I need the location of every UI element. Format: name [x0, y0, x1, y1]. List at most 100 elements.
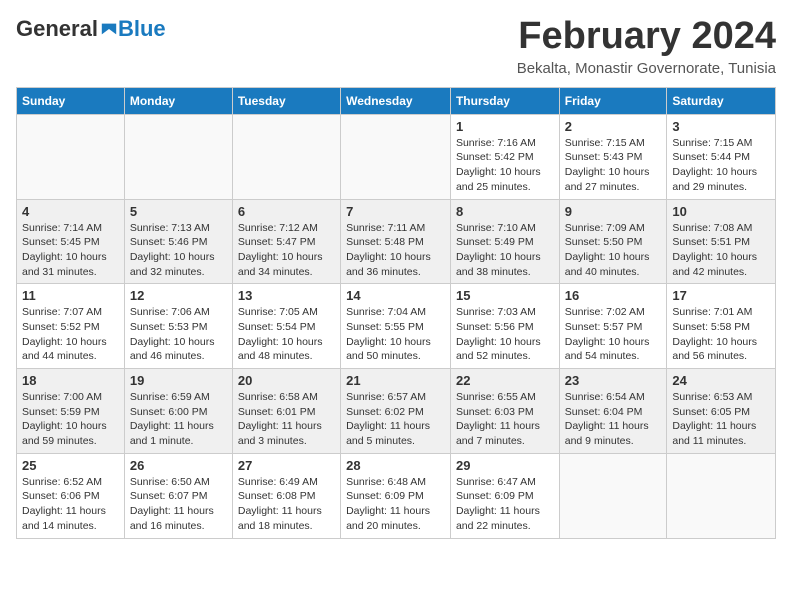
calendar-week-row: 4 Sunrise: 7:14 AMSunset: 5:45 PMDaylight…	[17, 199, 776, 284]
day-number: 22	[456, 373, 554, 388]
calendar-header-wednesday: Wednesday	[341, 87, 451, 114]
calendar-cell: 28 Sunrise: 6:48 AMSunset: 6:09 PMDayligh…	[341, 453, 451, 538]
calendar-cell: 7Sunrise: 7:11 AMSunset: 5:48 PMDaylight…	[341, 199, 451, 284]
calendar-week-row: 1 Sunrise: 7:16 AMSunset: 5:42 PMDaylight…	[17, 114, 776, 199]
calendar-cell: 24 Sunrise: 6:53 AMSunset: 6:05 PMDayligh…	[667, 369, 776, 454]
day-info: Sunrise: 6:57 AMSunset: 6:02 PMDaylight:…	[346, 390, 445, 449]
calendar-week-row: 18Sunrise: 7:00 AMSunset: 5:59 PMDayligh…	[17, 369, 776, 454]
day-info: Sunrise: 7:01 AMSunset: 5:58 PMDaylight:…	[672, 305, 770, 364]
day-info: Sunrise: 7:06 AMSunset: 5:53 PMDaylight:…	[130, 305, 227, 364]
calendar-cell: 25 Sunrise: 6:52 AMSunset: 6:06 PMDayligh…	[17, 453, 125, 538]
day-info: Sunrise: 6:58 AMSunset: 6:01 PMDaylight:…	[238, 390, 335, 449]
day-info: Sunrise: 7:05 AMSunset: 5:54 PMDaylight:…	[238, 305, 335, 364]
calendar-cell	[124, 114, 232, 199]
day-info: Sunrise: 6:53 AMSunset: 6:05 PMDaylight:…	[672, 390, 770, 449]
day-info: Sunrise: 6:55 AMSunset: 6:03 PMDaylight:…	[456, 390, 554, 449]
day-number: 3	[672, 119, 770, 134]
calendar-cell: 20 Sunrise: 6:58 AMSunset: 6:01 PMDayligh…	[232, 369, 340, 454]
day-number: 28	[346, 458, 445, 473]
month-title: February 2024	[517, 16, 776, 58]
calendar-cell: 2 Sunrise: 7:15 AMSunset: 5:43 PMDaylight…	[559, 114, 667, 199]
day-number: 29	[456, 458, 554, 473]
day-info: Sunrise: 6:47 AMSunset: 6:09 PMDaylight:…	[456, 475, 554, 534]
calendar-cell: 22 Sunrise: 6:55 AMSunset: 6:03 PMDayligh…	[450, 369, 559, 454]
day-info: Sunrise: 7:00 AMSunset: 5:59 PMDaylight:…	[22, 390, 119, 449]
calendar-cell: 3 Sunrise: 7:15 AMSunset: 5:44 PMDaylight…	[667, 114, 776, 199]
calendar-header-row: SundayMondayTuesdayWednesdayThursdayFrid…	[17, 87, 776, 114]
calendar-header-monday: Monday	[124, 87, 232, 114]
day-info: Sunrise: 7:16 AMSunset: 5:42 PMDaylight:…	[456, 136, 554, 195]
day-number: 21	[346, 373, 445, 388]
calendar-cell: 5 Sunrise: 7:13 AMSunset: 5:46 PMDaylight…	[124, 199, 232, 284]
day-number: 23	[565, 373, 662, 388]
day-number: 11	[22, 288, 119, 303]
calendar-cell: 17 Sunrise: 7:01 AMSunset: 5:58 PMDayligh…	[667, 284, 776, 369]
calendar-header-tuesday: Tuesday	[232, 87, 340, 114]
title-section: February 2024 Bekalta, Monastir Governor…	[517, 16, 776, 77]
calendar-header-friday: Friday	[559, 87, 667, 114]
calendar-cell: 23 Sunrise: 6:54 AMSunset: 6:04 PMDayligh…	[559, 369, 667, 454]
calendar-cell	[559, 453, 667, 538]
calendar-cell	[232, 114, 340, 199]
day-number: 12	[130, 288, 227, 303]
day-info: Sunrise: 6:52 AMSunset: 6:06 PMDaylight:…	[22, 475, 119, 534]
day-info: Sunrise: 7:15 AMSunset: 5:44 PMDaylight:…	[672, 136, 770, 195]
day-number: 15	[456, 288, 554, 303]
day-info: Sunrise: 7:02 AMSunset: 5:57 PMDaylight:…	[565, 305, 662, 364]
calendar-cell: 11 Sunrise: 7:07 AMSunset: 5:52 PMDayligh…	[17, 284, 125, 369]
calendar-cell: 15 Sunrise: 7:03 AMSunset: 5:56 PMDayligh…	[450, 284, 559, 369]
calendar-cell: 10 Sunrise: 7:08 AMSunset: 5:51 PMDayligh…	[667, 199, 776, 284]
day-number: 19	[130, 373, 227, 388]
calendar-header-sunday: Sunday	[17, 87, 125, 114]
calendar-cell: 1 Sunrise: 7:16 AMSunset: 5:42 PMDaylight…	[450, 114, 559, 199]
day-info: Sunrise: 7:09 AMSunset: 5:50 PMDaylight:…	[565, 221, 662, 280]
day-info: Sunrise: 7:08 AMSunset: 5:51 PMDaylight:…	[672, 221, 770, 280]
day-info: Sunrise: 7:04 AMSunset: 5:55 PMDaylight:…	[346, 305, 445, 364]
day-info: Sunrise: 6:49 AMSunset: 6:08 PMDaylight:…	[238, 475, 335, 534]
calendar-cell: 26Sunrise: 6:50 AMSunset: 6:07 PMDayligh…	[124, 453, 232, 538]
calendar-cell: 18Sunrise: 7:00 AMSunset: 5:59 PMDayligh…	[17, 369, 125, 454]
calendar-cell: 8Sunrise: 7:10 AMSunset: 5:49 PMDaylight…	[450, 199, 559, 284]
calendar-week-row: 25 Sunrise: 6:52 AMSunset: 6:06 PMDayligh…	[17, 453, 776, 538]
logo-icon	[100, 20, 118, 38]
day-info: Sunrise: 7:07 AMSunset: 5:52 PMDaylight:…	[22, 305, 119, 364]
day-info: Sunrise: 7:15 AMSunset: 5:43 PMDaylight:…	[565, 136, 662, 195]
day-number: 1	[456, 119, 554, 134]
calendar-cell: 13 Sunrise: 7:05 AMSunset: 5:54 PMDayligh…	[232, 284, 340, 369]
calendar-cell: 27Sunrise: 6:49 AMSunset: 6:08 PMDayligh…	[232, 453, 340, 538]
calendar-cell: 29 Sunrise: 6:47 AMSunset: 6:09 PMDayligh…	[450, 453, 559, 538]
day-number: 24	[672, 373, 770, 388]
day-number: 17	[672, 288, 770, 303]
calendar-cell: 6 Sunrise: 7:12 AMSunset: 5:47 PMDaylight…	[232, 199, 340, 284]
day-number: 13	[238, 288, 335, 303]
day-info: Sunrise: 6:54 AMSunset: 6:04 PMDaylight:…	[565, 390, 662, 449]
day-number: 6	[238, 204, 335, 219]
day-number: 5	[130, 204, 227, 219]
day-info: Sunrise: 7:14 AMSunset: 5:45 PMDaylight:…	[22, 221, 119, 280]
day-number: 8	[456, 204, 554, 219]
calendar-cell: 12 Sunrise: 7:06 AMSunset: 5:53 PMDayligh…	[124, 284, 232, 369]
day-number: 20	[238, 373, 335, 388]
calendar-cell: 19Sunrise: 6:59 AMSunset: 6:00 PMDayligh…	[124, 369, 232, 454]
day-number: 4	[22, 204, 119, 219]
location-title: Bekalta, Monastir Governorate, Tunisia	[517, 60, 776, 77]
logo-general-text: General	[16, 16, 98, 42]
day-info: Sunrise: 7:13 AMSunset: 5:46 PMDaylight:…	[130, 221, 227, 280]
day-number: 14	[346, 288, 445, 303]
logo-text: General Blue	[16, 16, 166, 42]
day-info: Sunrise: 7:12 AMSunset: 5:47 PMDaylight:…	[238, 221, 335, 280]
calendar-cell	[341, 114, 451, 199]
day-number: 10	[672, 204, 770, 219]
calendar-cell: 9Sunrise: 7:09 AMSunset: 5:50 PMDaylight…	[559, 199, 667, 284]
calendar-week-row: 11 Sunrise: 7:07 AMSunset: 5:52 PMDayligh…	[17, 284, 776, 369]
day-info: Sunrise: 7:03 AMSunset: 5:56 PMDaylight:…	[456, 305, 554, 364]
calendar-cell: 14 Sunrise: 7:04 AMSunset: 5:55 PMDayligh…	[341, 284, 451, 369]
day-info: Sunrise: 6:48 AMSunset: 6:09 PMDaylight:…	[346, 475, 445, 534]
calendar-header-saturday: Saturday	[667, 87, 776, 114]
calendar-cell: 16Sunrise: 7:02 AMSunset: 5:57 PMDayligh…	[559, 284, 667, 369]
calendar-header-thursday: Thursday	[450, 87, 559, 114]
calendar-table: SundayMondayTuesdayWednesdayThursdayFrid…	[16, 87, 776, 539]
day-number: 25	[22, 458, 119, 473]
logo-blue-text: Blue	[118, 16, 166, 42]
day-number: 2	[565, 119, 662, 134]
